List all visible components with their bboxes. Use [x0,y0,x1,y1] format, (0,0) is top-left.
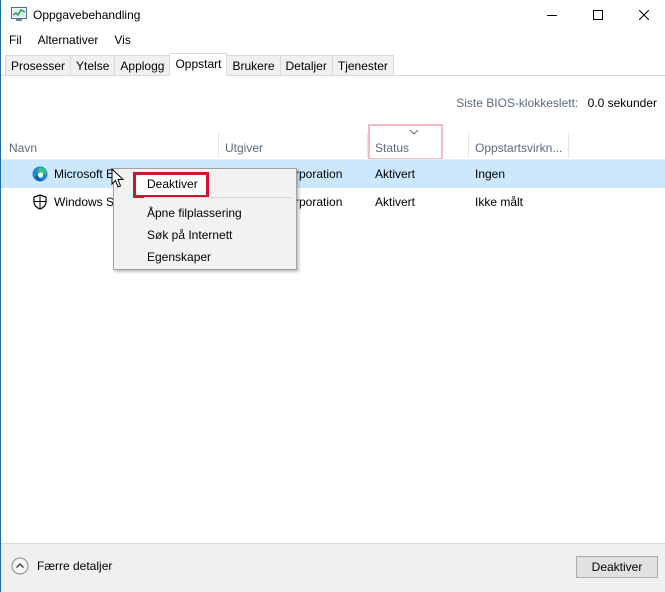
tab-startup[interactable]: Oppstart [169,53,228,76]
bios-time-label: Siste BIOS-klokkeslett: [456,96,579,110]
chevron-up-circle-icon [11,557,29,575]
menu-file[interactable]: Fil [1,30,30,50]
bios-time-value: 0.0 sekunder [587,96,657,110]
footer: Færre detaljer Deaktiver [1,544,665,592]
tab-app-history[interactable]: Applogg [114,55,171,76]
tab-performance[interactable]: Ytelse [70,55,116,76]
column-separator[interactable] [568,132,569,158]
row-startup-impact: Ingen [475,167,506,181]
row-publisher: rporation [295,195,343,209]
mouse-cursor-icon [111,168,125,188]
column-header-name[interactable]: Navn [1,132,218,159]
bios-time-info: Siste BIOS-klokkeslett: 0.0 sekunder [456,96,657,110]
row-status: Aktivert [375,167,416,181]
tab-processes[interactable]: Prosesser [5,55,72,76]
close-icon [639,10,649,20]
column-header-publisher[interactable]: Utgiver [217,132,367,159]
menu-bar: Fil Alternativer Vis [1,30,665,50]
column-header-startup-impact[interactable]: Oppstartsvirkn... [467,132,567,159]
fewer-details-button[interactable]: Færre detaljer [11,557,112,575]
title-bar[interactable]: Oppgavebehandling [1,0,665,30]
column-header-status[interactable]: Status [367,132,467,159]
context-menu-deactivate[interactable]: Deaktiver [147,177,198,191]
deactivate-button[interactable]: Deaktiver [576,556,658,578]
context-menu: Deaktiver Åpne filplassering Søk på Inte… [113,168,297,270]
row-name: Microsoft E [54,167,115,181]
row-name: Windows S [54,195,115,209]
close-button[interactable] [621,0,665,30]
minimize-button[interactable] [529,0,575,30]
tab-details[interactable]: Detaljer [279,55,333,76]
shield-icon [33,194,47,210]
table-row[interactable]: Windows S rporation Aktivert Ikke målt [1,188,665,216]
context-menu-open-file-location[interactable]: Åpne filplassering [147,206,242,220]
row-status: Aktivert [375,195,416,209]
tab-divider [1,75,665,76]
maximize-button[interactable] [575,0,621,30]
menu-view[interactable]: Vis [106,30,138,50]
context-menu-properties[interactable]: Egenskaper [147,250,211,264]
row-publisher: rporation [295,167,343,181]
row-startup-impact: Ikke målt [475,195,524,209]
task-manager-app-icon [11,7,27,21]
tab-strip: Prosesser Ytelse Applogg Oppstart Bruker… [5,53,394,76]
tab-users[interactable]: Brukere [226,55,281,76]
table-row[interactable]: Microsoft E rporation Aktivert Ingen [1,160,665,188]
minimize-icon [547,15,557,16]
context-menu-search-online[interactable]: Søk på Internett [147,228,232,242]
task-manager-window: Oppgavebehandling Fil Alternativer Vis P… [0,0,665,592]
fewer-details-label: Færre detaljer [37,559,113,573]
context-menu-separator [144,197,292,198]
edge-icon [32,166,48,182]
window-title: Oppgavebehandling [33,8,141,22]
tab-services[interactable]: Tjenester [331,55,394,76]
maximize-icon [593,10,603,20]
menu-options[interactable]: Alternativer [30,30,107,50]
